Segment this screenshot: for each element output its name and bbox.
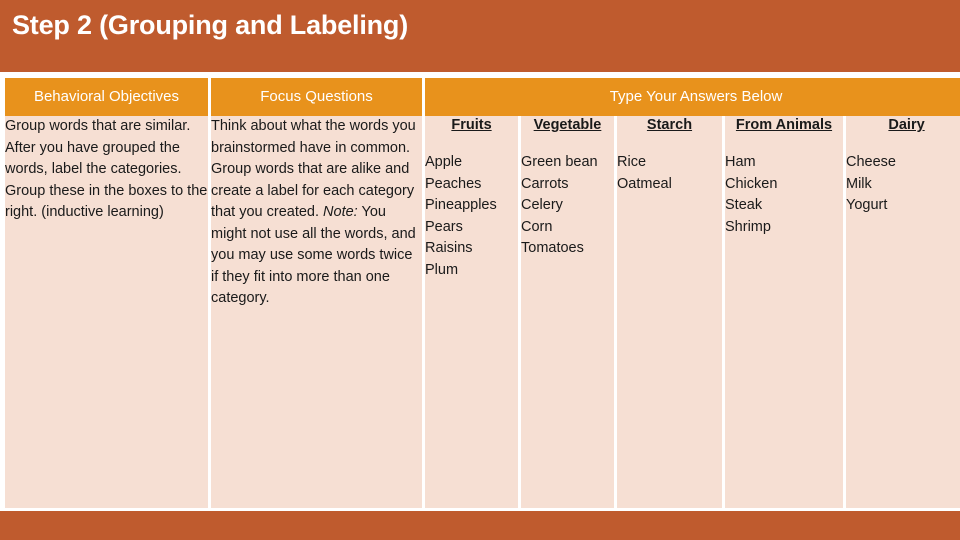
list-item[interactable]: Tomatoes [521,238,614,260]
category-label-dairy: Dairy [888,117,925,133]
focus-note-label: Note: [323,204,358,220]
category-label-vegetable: Vegetable [533,117,602,133]
list-item[interactable]: Raisins [425,238,518,260]
category-label-from-animals: From Animals [735,117,833,133]
objectives-text: Group words that are similar. After you … [5,118,208,220]
list-item[interactable]: Oatmeal [617,174,722,196]
title-bar: Step 2 (Grouping and Labeling) [0,0,960,72]
list-item[interactable]: Ham [725,152,843,174]
list-item[interactable]: Steak [725,195,843,217]
cell-focus-questions: Think about what the words you brainstor… [211,116,422,508]
list-item[interactable]: Milk [846,174,960,196]
table-body-row: Group words that are similar. After you … [5,116,960,508]
list-item[interactable]: Plum [425,260,518,282]
list-item[interactable]: Chicken [725,174,843,196]
list-item[interactable]: Corn [521,217,614,239]
cell-answers-vegetable[interactable]: Vegetable Green bean Carrots Celery Corn… [521,116,614,508]
list-item[interactable]: Pears [425,217,518,239]
list-item[interactable]: Green bean [521,152,614,174]
cell-answers-from-animals[interactable]: From Animals Ham Chicken Steak Shrimp [725,116,843,508]
list-item[interactable]: Celery [521,195,614,217]
table-header-row: Behavioral Objectives Focus Questions Ty… [5,78,960,116]
header-focus-questions: Focus Questions [211,78,422,116]
cell-answers-starch[interactable]: Starch Rice Oatmeal [617,116,722,508]
list-item[interactable]: Carrots [521,174,614,196]
grouping-table: Behavioral Objectives Focus Questions Ty… [2,78,960,508]
slide-root: Step 2 (Grouping and Labeling) Behaviora… [0,0,960,540]
category-label-fruits: Fruits [451,117,492,133]
cell-answers-fruits[interactable]: Fruits Apple Peaches Pineapples Pears Ra… [425,116,518,508]
page-title: Step 2 (Grouping and Labeling) [12,10,408,40]
list-item[interactable]: Cheese [846,152,960,174]
cell-answers-dairy[interactable]: Dairy Cheese Milk Yogurt [846,116,960,508]
header-type-your-answers-below: Type Your Answers Below [425,78,960,116]
answer-list-vegetable[interactable]: Green bean Carrots Celery Corn Tomatoes [521,152,614,260]
answer-list-from-animals[interactable]: Ham Chicken Steak Shrimp [725,152,843,238]
footer-bar [0,511,960,540]
answer-list-starch[interactable]: Rice Oatmeal [617,152,722,195]
list-item[interactable]: Rice [617,152,722,174]
list-item[interactable]: Yogurt [846,195,960,217]
list-item[interactable]: Apple [425,152,518,174]
focus-text: Think about what the words you brainstor… [211,116,422,310]
list-item[interactable]: Shrimp [725,217,843,239]
cell-behavioral-objectives: Group words that are similar. After you … [5,116,208,508]
category-label-starch: Starch [646,117,693,133]
header-behavioral-objectives: Behavioral Objectives [5,78,208,116]
answer-list-dairy[interactable]: Cheese Milk Yogurt [846,152,960,217]
answer-list-fruits[interactable]: Apple Peaches Pineapples Pears Raisins P… [425,152,518,281]
list-item[interactable]: Peaches [425,174,518,196]
list-item[interactable]: Pineapples [425,195,518,217]
